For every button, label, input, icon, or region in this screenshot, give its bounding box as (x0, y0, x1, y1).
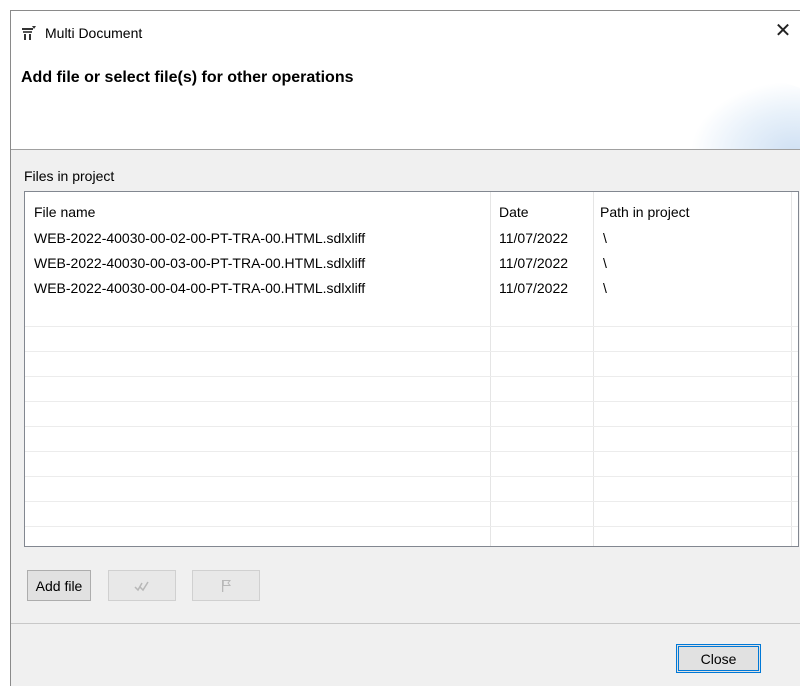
date-cell: 11/07/2022 (499, 280, 569, 296)
files-table[interactable]: File name Date Path in project WEB-2022-… (24, 191, 799, 547)
row-divider (25, 401, 798, 402)
footer-divider (11, 623, 800, 624)
row-divider (25, 376, 798, 377)
file-name-cell: WEB-2022-40030-00-02-00-PT-TRA-00.HTML.s… (34, 230, 366, 246)
multi-document-dialog: Multi Document ✕ Add file or select file… (10, 10, 800, 686)
path-cell: \ (603, 255, 607, 271)
check-files-button[interactable] (108, 570, 176, 601)
add-file-button[interactable]: Add file (27, 570, 91, 601)
row-divider (25, 426, 798, 427)
date-cell: 11/07/2022 (499, 230, 569, 246)
path-cell: \ (603, 280, 607, 296)
row-divider (25, 326, 798, 327)
column-divider[interactable] (490, 192, 491, 546)
row-divider (25, 501, 798, 502)
column-header-date[interactable]: Date (499, 204, 529, 220)
banner-heading: Add file or select file(s) for other ope… (21, 69, 354, 86)
column-divider[interactable] (791, 192, 792, 546)
close-button[interactable]: Close (676, 644, 761, 673)
row-divider (25, 451, 798, 452)
column-divider[interactable] (593, 192, 594, 546)
files-group-label: Files in project (24, 168, 115, 184)
row-divider (25, 526, 798, 527)
checkmarks-icon (134, 581, 149, 591)
banner-decoration (690, 81, 800, 149)
table-header: File name Date Path in project (25, 192, 798, 227)
file-name-cell: WEB-2022-40030-00-03-00-PT-TRA-00.HTML.s… (34, 255, 366, 271)
window-title: Multi Document (45, 25, 143, 41)
flag-icon (222, 579, 232, 592)
column-header-path[interactable]: Path in project (600, 204, 690, 220)
row-divider (25, 476, 798, 477)
path-cell: \ (603, 230, 607, 246)
title-bar: Multi Document ✕ (11, 11, 800, 51)
flag-files-button[interactable] (192, 570, 260, 601)
close-icon[interactable]: ✕ (766, 15, 800, 45)
app-icon (22, 26, 36, 40)
column-header-file-name[interactable]: File name (34, 204, 95, 220)
header-banner: Add file or select file(s) for other ope… (11, 51, 800, 150)
file-name-cell: WEB-2022-40030-00-04-00-PT-TRA-00.HTML.s… (34, 280, 366, 296)
row-divider (25, 351, 798, 352)
date-cell: 11/07/2022 (499, 255, 569, 271)
